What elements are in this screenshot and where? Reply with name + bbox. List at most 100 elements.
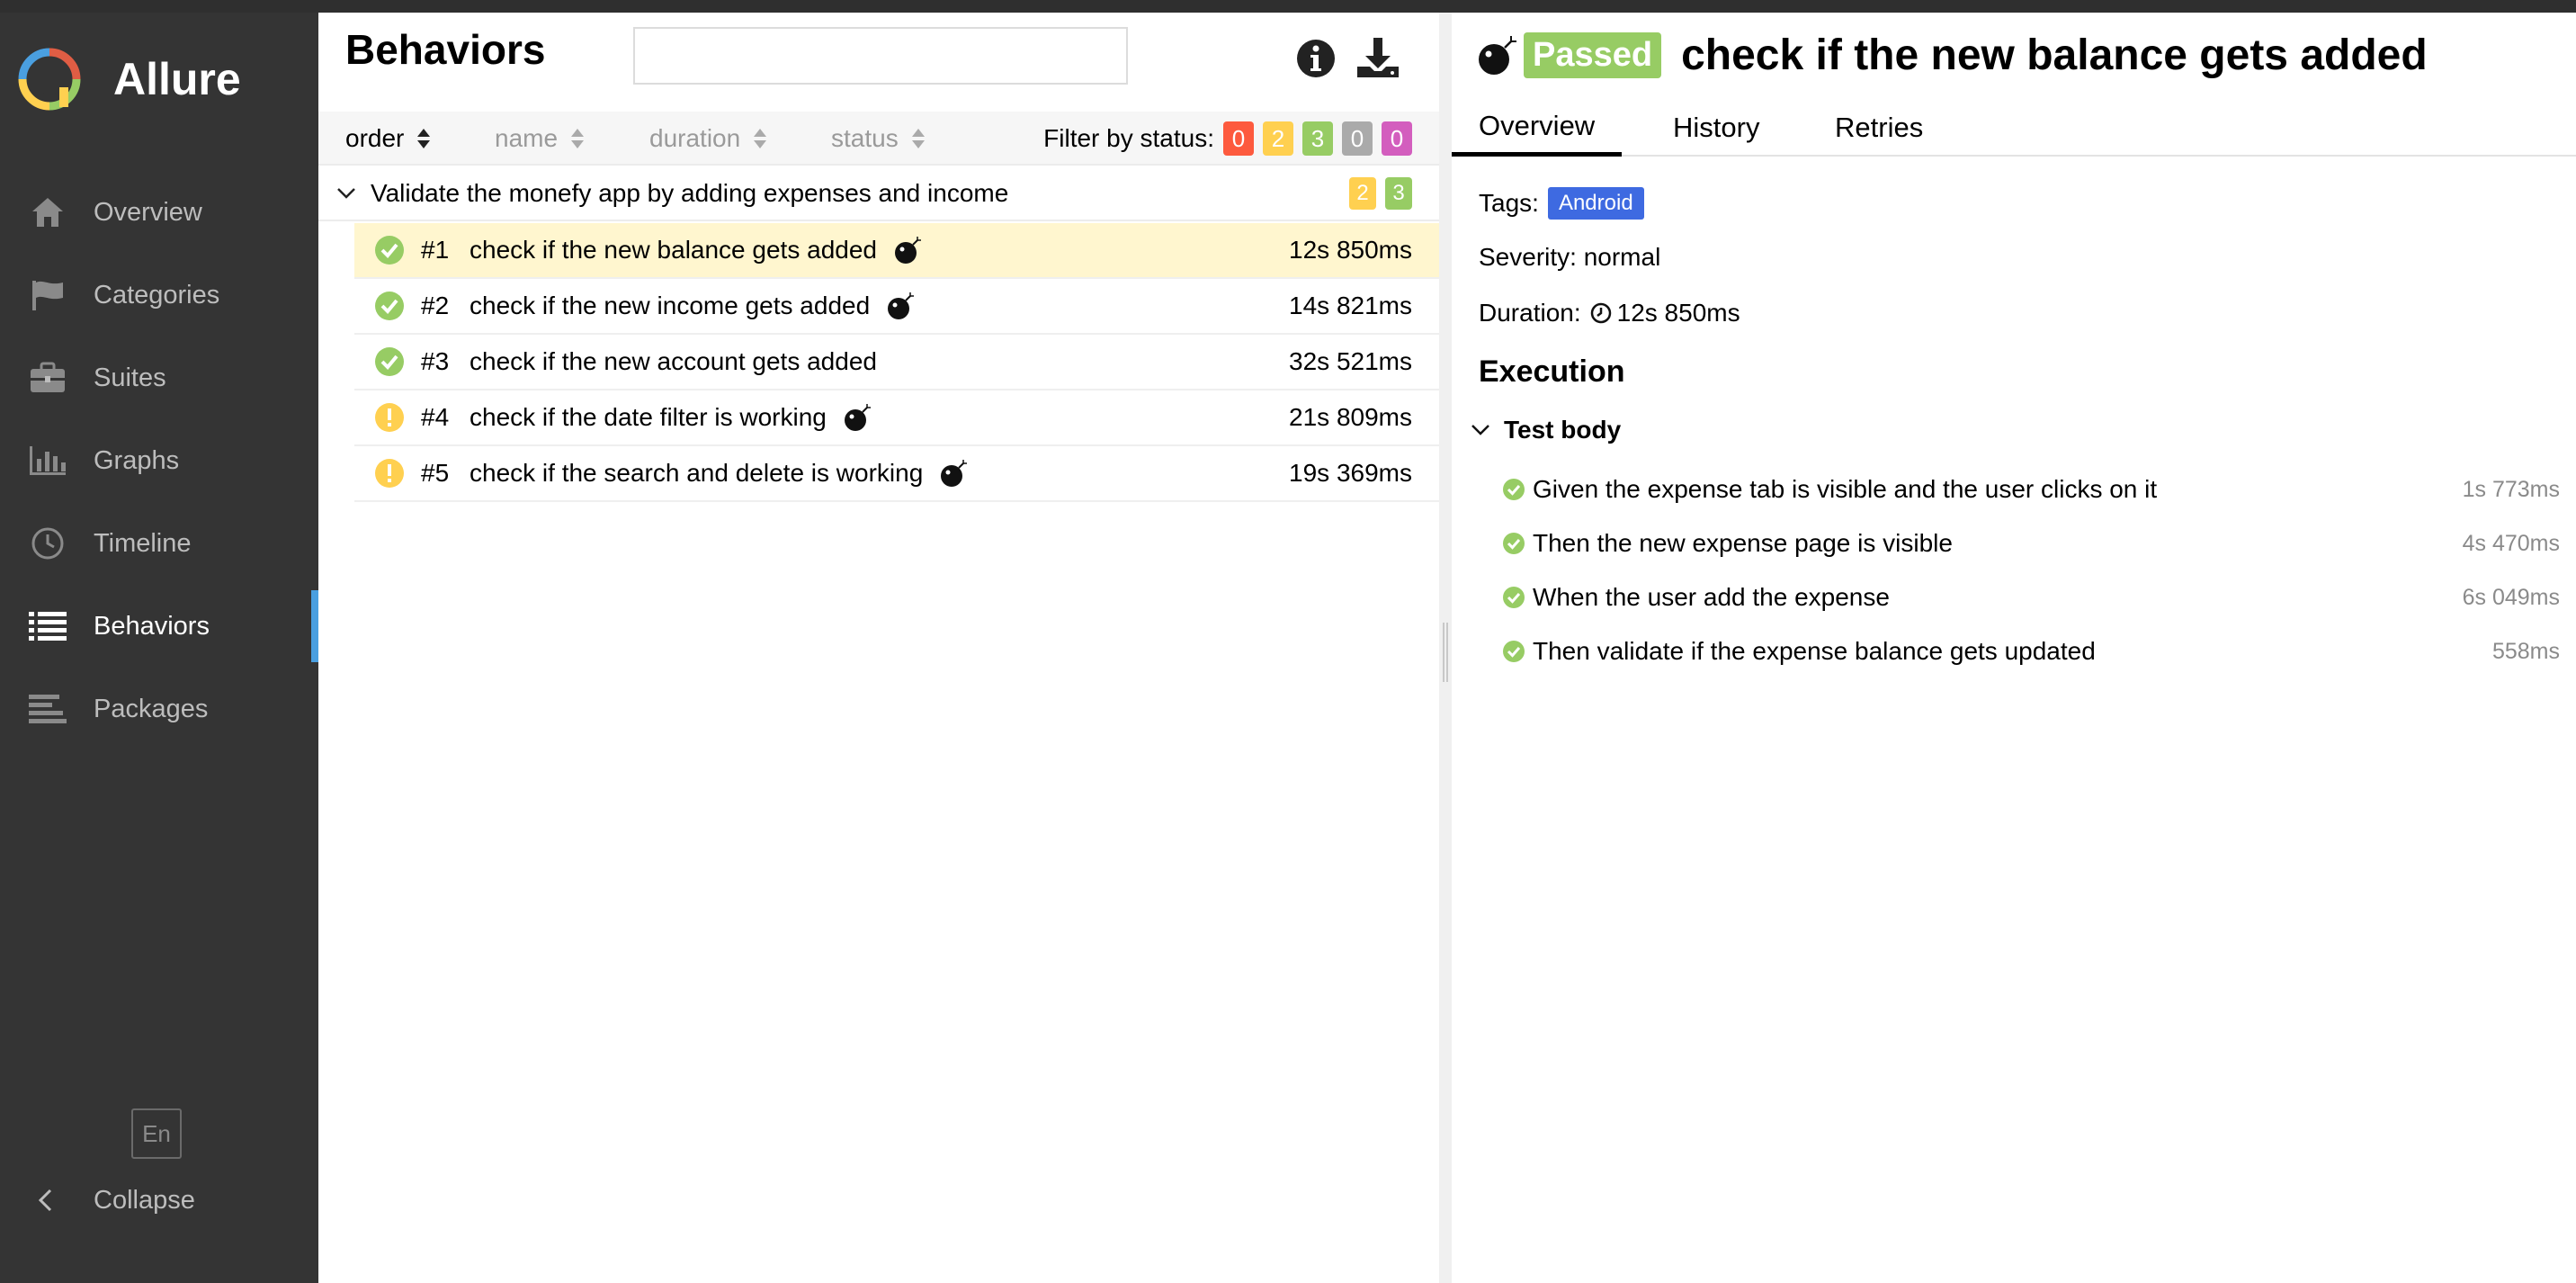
sort-bar: order name duration status Filter by sta… [318, 112, 1439, 166]
sort-icon [911, 129, 925, 148]
sort-duration[interactable]: duration [649, 112, 767, 166]
flaky-bomb-icon [941, 460, 968, 487]
sidebar-item-behaviors[interactable]: Behaviors [0, 585, 318, 668]
test-duration: 32s 521ms [1289, 347, 1412, 375]
list-item[interactable]: Then the new expense page is visible 4s … [1502, 516, 2560, 570]
drag-handle-icon[interactable] [1443, 623, 1448, 682]
filter-passed-badge[interactable]: 3 [1302, 121, 1333, 156]
test-name: check if the new balance gets added [470, 236, 877, 264]
download-icon[interactable] [1355, 34, 1401, 81]
sort-icon [571, 129, 585, 148]
search-input[interactable] [633, 27, 1128, 85]
test-name: check if the search and delete is workin… [470, 459, 924, 487]
group-name: Validate the monefy app by adding expens… [371, 179, 1009, 207]
passed-check-icon [375, 347, 404, 376]
group-broken-count: 2 [1349, 177, 1376, 210]
tab-retries[interactable]: Retries [1808, 99, 1950, 157]
table-row[interactable]: #5 check if the search and delete is wor… [354, 446, 1439, 502]
flaky-bomb-icon [894, 237, 921, 264]
clock-icon [27, 523, 68, 564]
sidebar-item-label: Overview [94, 197, 202, 227]
flag-icon [27, 274, 68, 316]
behavior-group[interactable]: Validate the monefy app by adding expens… [318, 167, 1439, 221]
sidebar-item-categories[interactable]: Categories [0, 254, 318, 336]
clock-icon [1590, 302, 1611, 324]
list-item[interactable]: Then validate if the expense balance get… [1502, 624, 2560, 678]
test-number: #5 [421, 459, 450, 487]
test-number: #4 [421, 403, 450, 431]
duration-value: 12s 850ms [1616, 299, 1740, 327]
test-duration: 21s 809ms [1289, 403, 1412, 431]
table-row[interactable]: #3 check if the new account gets added 3… [354, 335, 1439, 390]
test-number: #2 [421, 292, 450, 319]
bar-chart-icon [27, 440, 68, 481]
passed-check-icon [1503, 479, 1525, 500]
table-row[interactable]: #4 check if the date filter is working 2… [354, 390, 1439, 446]
step-list: Given the expense tab is visible and the… [1502, 462, 2560, 678]
sidebar-item-timeline[interactable]: Timeline [0, 502, 318, 585]
flaky-bomb-icon [844, 404, 871, 431]
flaky-bomb-icon [1479, 36, 1516, 75]
sort-label: status [831, 124, 899, 152]
sidebar-item-label: Behaviors [94, 611, 210, 641]
test-number: #3 [421, 347, 450, 375]
list-item[interactable]: Given the expense tab is visible and the… [1502, 462, 2560, 516]
tab-history[interactable]: History [1646, 99, 1786, 157]
test-name: check if the new account gets added [470, 347, 877, 375]
language-button[interactable]: En [131, 1108, 182, 1159]
filter-broken-badge[interactable]: 2 [1263, 121, 1293, 156]
tab-overview[interactable]: Overview [1452, 99, 1623, 157]
passed-check-icon [1503, 587, 1525, 608]
duration-label: Duration: [1479, 299, 1581, 327]
sort-status[interactable]: status [831, 112, 926, 166]
filter-label: Filter by status: [1043, 124, 1214, 152]
test-duration: 19s 369ms [1289, 459, 1412, 487]
status-badge: Passed [1524, 31, 1662, 78]
sidebar: Allure Overview Categories Suites Graphs [0, 13, 318, 1283]
filter-unknown-badge[interactable]: 0 [1382, 121, 1412, 156]
sort-icon [417, 129, 431, 148]
list-icon [27, 606, 68, 647]
collapse-button[interactable]: Collapse [27, 1173, 195, 1227]
sidebar-item-graphs[interactable]: Graphs [0, 419, 318, 502]
sort-name[interactable]: name [495, 112, 585, 166]
brand[interactable]: Allure [18, 43, 241, 115]
sidebar-item-label: Packages [94, 694, 209, 723]
test-body-toggle[interactable]: Test body [1468, 416, 1621, 444]
step-duration: 4s 470ms [2462, 530, 2560, 556]
chevron-left-icon [27, 1188, 63, 1213]
severity-row: Severity: normal [1479, 243, 1661, 271]
status-filter: Filter by status: 0 2 3 0 0 [1043, 112, 1412, 166]
test-duration: 12s 850ms [1289, 236, 1412, 264]
step-duration: 1s 773ms [2462, 476, 2560, 502]
chevron-down-icon [333, 187, 360, 200]
page-title: Behaviors [345, 26, 546, 73]
chevron-down-icon [1468, 424, 1493, 436]
passed-check-icon [1503, 533, 1525, 554]
tag-badge: Android [1547, 187, 1644, 220]
sort-label: name [495, 124, 559, 152]
sort-label: order [345, 124, 405, 152]
filter-skipped-badge[interactable]: 0 [1342, 121, 1373, 156]
filter-failed-badge[interactable]: 0 [1223, 121, 1254, 156]
broken-exclamation-icon [375, 459, 404, 488]
sidebar-item-overview[interactable]: Overview [0, 171, 318, 254]
sidebar-item-suites[interactable]: Suites [0, 336, 318, 419]
align-left-icon [27, 688, 68, 730]
info-icon[interactable] [1295, 38, 1337, 79]
group-passed-count: 3 [1385, 177, 1412, 210]
table-row[interactable]: #1 check if the new balance gets added 1… [354, 223, 1439, 279]
table-row[interactable]: #2 check if the new income gets added 14… [354, 279, 1439, 335]
sort-order[interactable]: order [345, 112, 431, 166]
sidebar-item-packages[interactable]: Packages [0, 668, 318, 750]
step-name: When the user add the expense [1533, 583, 1890, 611]
sidebar-item-label: Timeline [94, 528, 192, 558]
list-item[interactable]: When the user add the expense 6s 049ms [1502, 570, 2560, 624]
step-duration: 558ms [2491, 638, 2560, 664]
allure-logo-icon [18, 48, 81, 111]
broken-exclamation-icon [375, 403, 404, 432]
test-name: check if the new income gets added [470, 292, 871, 319]
test-title: check if the new balance gets added [1681, 31, 2428, 79]
test-body-label: Test body [1504, 416, 1622, 444]
sort-label: duration [649, 124, 741, 152]
